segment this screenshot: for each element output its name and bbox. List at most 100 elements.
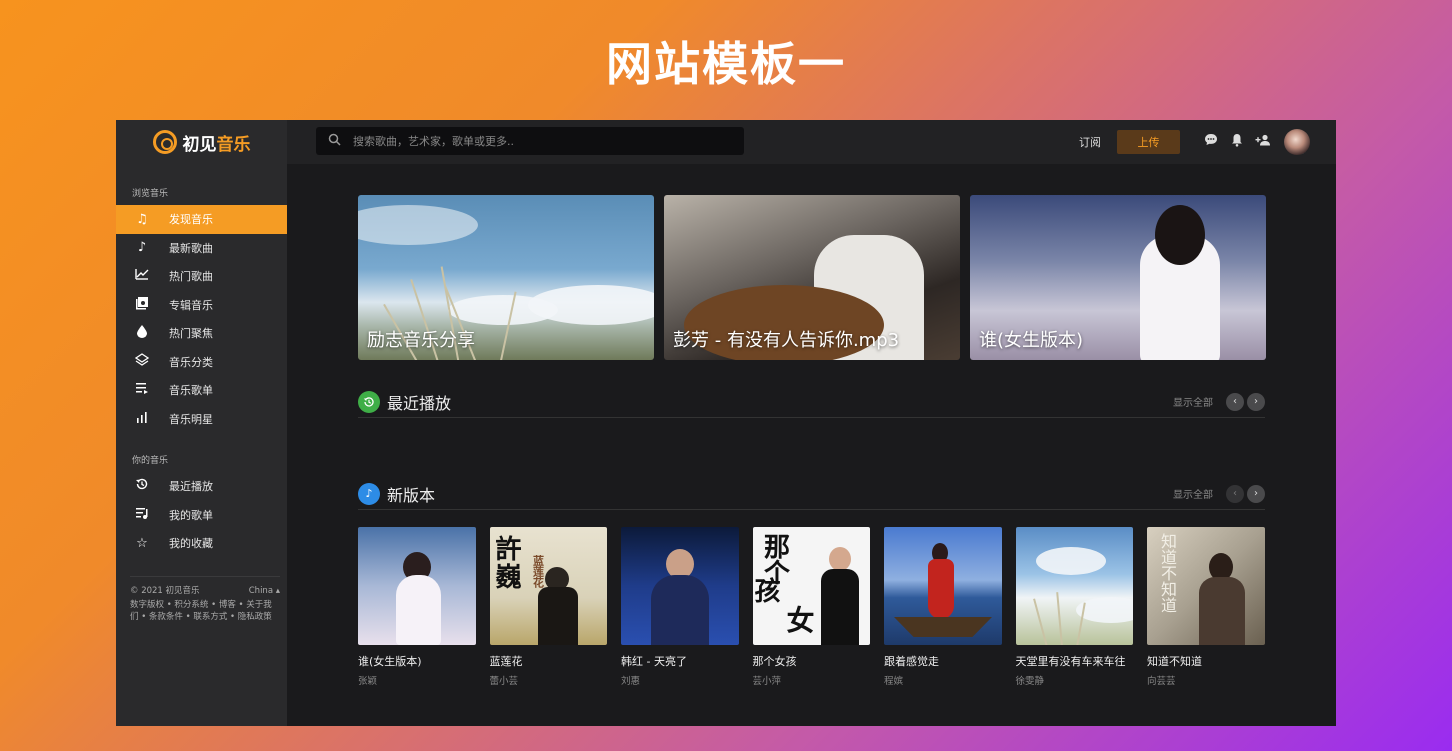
sidebar-item-label: 音乐明星 bbox=[169, 412, 213, 426]
upload-button[interactable]: 上传 bbox=[1117, 129, 1180, 154]
sidebar-footer: © 2021 初见音乐 China ▴ 数字版权 • 积分系统 • 博客 • 关… bbox=[130, 576, 280, 623]
sidebar-item-favorites[interactable]: ☆ 我的收藏 bbox=[116, 529, 287, 558]
page-heading: 网站模板一 bbox=[606, 37, 846, 91]
banner-card[interactable]: 彭芳 - 有没有人告诉你.mp3 bbox=[664, 195, 960, 360]
sidebar-item-categories[interactable]: 音乐分类 bbox=[116, 348, 287, 377]
subscribe-link[interactable]: 订阅 bbox=[1079, 134, 1101, 150]
topbar: 订阅 上传 bbox=[287, 120, 1336, 164]
main-content: 励志音乐分享 彭芳 - 有没有人告诉你.mp3 谁(女生版本) 最近播放 显示全… bbox=[287, 164, 1336, 726]
album-artist: 向芸芸 bbox=[1147, 675, 1176, 687]
cover-text: 蓝莲花 bbox=[531, 555, 545, 588]
sidebar-item-label: 音乐歌单 bbox=[169, 384, 213, 398]
section-header-recent: 最近播放 显示全部 ‹ › bbox=[358, 386, 1265, 418]
album-cover[interactable] bbox=[1015, 527, 1133, 645]
logo[interactable]: 初见音乐 bbox=[116, 120, 287, 164]
album-row: 谁(女生版本) 张颖 許 巍 蓝莲花 蓝莲花 蕾小芸 韩红 - 天亮了 刘惠 那… bbox=[358, 527, 1265, 687]
bell-icon[interactable] bbox=[1224, 133, 1250, 151]
next-button[interactable]: › bbox=[1247, 392, 1265, 411]
album-card[interactable]: 谁(女生版本) 张颖 bbox=[358, 527, 476, 687]
star-icon: ☆ bbox=[136, 535, 148, 551]
music-note-icon: ♫ bbox=[136, 211, 148, 227]
sidebar-item-label: 我的歌单 bbox=[169, 508, 213, 522]
search-icon bbox=[328, 133, 341, 150]
banner-caption: 彭芳 - 有没有人告诉你.mp3 bbox=[673, 330, 900, 351]
prev-button[interactable]: ‹ bbox=[1226, 392, 1244, 411]
album-cover[interactable] bbox=[358, 527, 476, 645]
album-title: 跟着感觉走 bbox=[884, 654, 939, 668]
footer-links[interactable]: 数字版权 • 积分系统 • 博客 • 关于我们 • 条款条件 • 联系方式 • … bbox=[130, 599, 280, 623]
music-note-icon: ♪ bbox=[358, 482, 380, 505]
album-artist: 张颖 bbox=[358, 675, 378, 687]
sidebar-item-label: 专辑音乐 bbox=[169, 298, 213, 312]
album-artist: 程嫔 bbox=[884, 675, 904, 687]
album-title: 那个女孩 bbox=[752, 654, 797, 668]
album-icon bbox=[134, 296, 150, 314]
album-title: 谁(女生版本) bbox=[358, 654, 422, 668]
album-cover[interactable]: 知道不知道 bbox=[1147, 527, 1265, 645]
album-artist: 蕾小芸 bbox=[489, 675, 519, 687]
single-note-icon: ♪ bbox=[137, 240, 147, 256]
logo-text-b: 音乐 bbox=[216, 134, 251, 155]
section-label-browse: 浏览音乐 bbox=[132, 189, 169, 199]
album-card[interactable]: 許 巍 蓝莲花 蓝莲花 蕾小芸 bbox=[489, 527, 607, 687]
album-artist: 芸小萍 bbox=[752, 675, 782, 687]
album-title: 蓝莲花 bbox=[489, 654, 523, 668]
sidebar-item-label: 热门聚焦 bbox=[169, 327, 213, 341]
section-title: 新版本 bbox=[387, 485, 436, 505]
album-cover[interactable]: 許 巍 蓝莲花 bbox=[489, 527, 607, 645]
sidebar: 初见音乐 浏览音乐 ♫ 发现音乐 ♪ 最新歌曲 热门歌曲 专辑音乐 热门聚焦 音… bbox=[116, 120, 287, 726]
layers-icon bbox=[134, 352, 150, 371]
album-card[interactable]: 跟着感觉走 程嫔 bbox=[884, 527, 1002, 687]
sidebar-item-discover[interactable]: ♫ 发现音乐 bbox=[116, 205, 287, 234]
region-selector[interactable]: China ▴ bbox=[249, 585, 280, 597]
sidebar-item-recent[interactable]: 最近播放 bbox=[116, 472, 287, 501]
cover-text: 知道不知道 bbox=[1158, 533, 1177, 613]
sidebar-item-playlists[interactable]: 音乐歌单 bbox=[116, 376, 287, 405]
add-friend-icon[interactable] bbox=[1250, 134, 1276, 150]
cover-text: 巍 bbox=[495, 563, 522, 593]
search-input[interactable] bbox=[353, 134, 713, 148]
cover-text: 女 bbox=[786, 604, 815, 637]
sidebar-item-label: 热门歌曲 bbox=[169, 270, 213, 284]
album-cover[interactable] bbox=[621, 527, 739, 645]
prev-button[interactable]: ‹ bbox=[1226, 484, 1244, 503]
sidebar-item-label: 发现音乐 bbox=[169, 213, 213, 227]
album-title: 天堂里有没有车来车往 bbox=[1015, 654, 1126, 668]
album-cover[interactable]: 那个 孩 女 bbox=[752, 527, 870, 645]
album-card[interactable]: 天堂里有没有车来车往 徐雯静 bbox=[1015, 527, 1133, 687]
album-card[interactable]: 那个 孩 女 那个女孩 芸小萍 bbox=[752, 527, 870, 687]
sidebar-item-label: 我的收藏 bbox=[169, 537, 213, 551]
sidebar-item-label: 音乐分类 bbox=[169, 355, 213, 369]
album-artist: 徐雯静 bbox=[1015, 675, 1045, 687]
cover-text: 孩 bbox=[754, 577, 781, 607]
user-avatar[interactable] bbox=[1284, 128, 1310, 155]
search-box[interactable] bbox=[316, 127, 744, 155]
my-playlist-icon bbox=[134, 507, 150, 523]
bar-chart-icon bbox=[134, 411, 150, 427]
topbar-actions: 订阅 上传 bbox=[1079, 128, 1310, 155]
album-card[interactable]: 知道不知道 知道不知道 向芸芸 bbox=[1147, 527, 1265, 687]
album-card[interactable]: 韩红 - 天亮了 刘惠 bbox=[621, 527, 739, 687]
section-header-new: ♪ 新版本 显示全部 ‹ › bbox=[358, 478, 1265, 510]
sidebar-item-hot-songs[interactable]: 热门歌曲 bbox=[116, 262, 287, 291]
album-artist: 刘惠 bbox=[621, 675, 641, 687]
chat-icon[interactable] bbox=[1198, 133, 1224, 150]
copyright: © 2021 初见音乐 bbox=[130, 586, 200, 596]
sidebar-item-hot-focus[interactable]: 热门聚焦 bbox=[116, 319, 287, 348]
album-title: 韩红 - 天亮了 bbox=[621, 654, 687, 668]
banner-carousel: 励志音乐分享 彭芳 - 有没有人告诉你.mp3 谁(女生版本) bbox=[358, 195, 1266, 360]
banner-card[interactable]: 励志音乐分享 bbox=[358, 195, 654, 360]
show-all-link[interactable]: 显示全部 bbox=[1173, 394, 1213, 409]
banner-caption: 谁(女生版本) bbox=[979, 330, 1084, 351]
album-cover[interactable] bbox=[884, 527, 1002, 645]
banner-card[interactable]: 谁(女生版本) bbox=[970, 195, 1266, 360]
banner-caption: 励志音乐分享 bbox=[367, 330, 475, 351]
sidebar-item-my-playlists[interactable]: 我的歌单 bbox=[116, 501, 287, 530]
logo-text-a: 初见 bbox=[182, 134, 217, 155]
section-title: 最近播放 bbox=[387, 393, 452, 413]
sidebar-item-stars[interactable]: 音乐明星 bbox=[116, 405, 287, 434]
show-all-link[interactable]: 显示全部 bbox=[1173, 486, 1213, 501]
next-button[interactable]: › bbox=[1247, 484, 1265, 503]
sidebar-item-new-songs[interactable]: ♪ 最新歌曲 bbox=[116, 234, 287, 263]
sidebar-item-albums[interactable]: 专辑音乐 bbox=[116, 291, 287, 320]
